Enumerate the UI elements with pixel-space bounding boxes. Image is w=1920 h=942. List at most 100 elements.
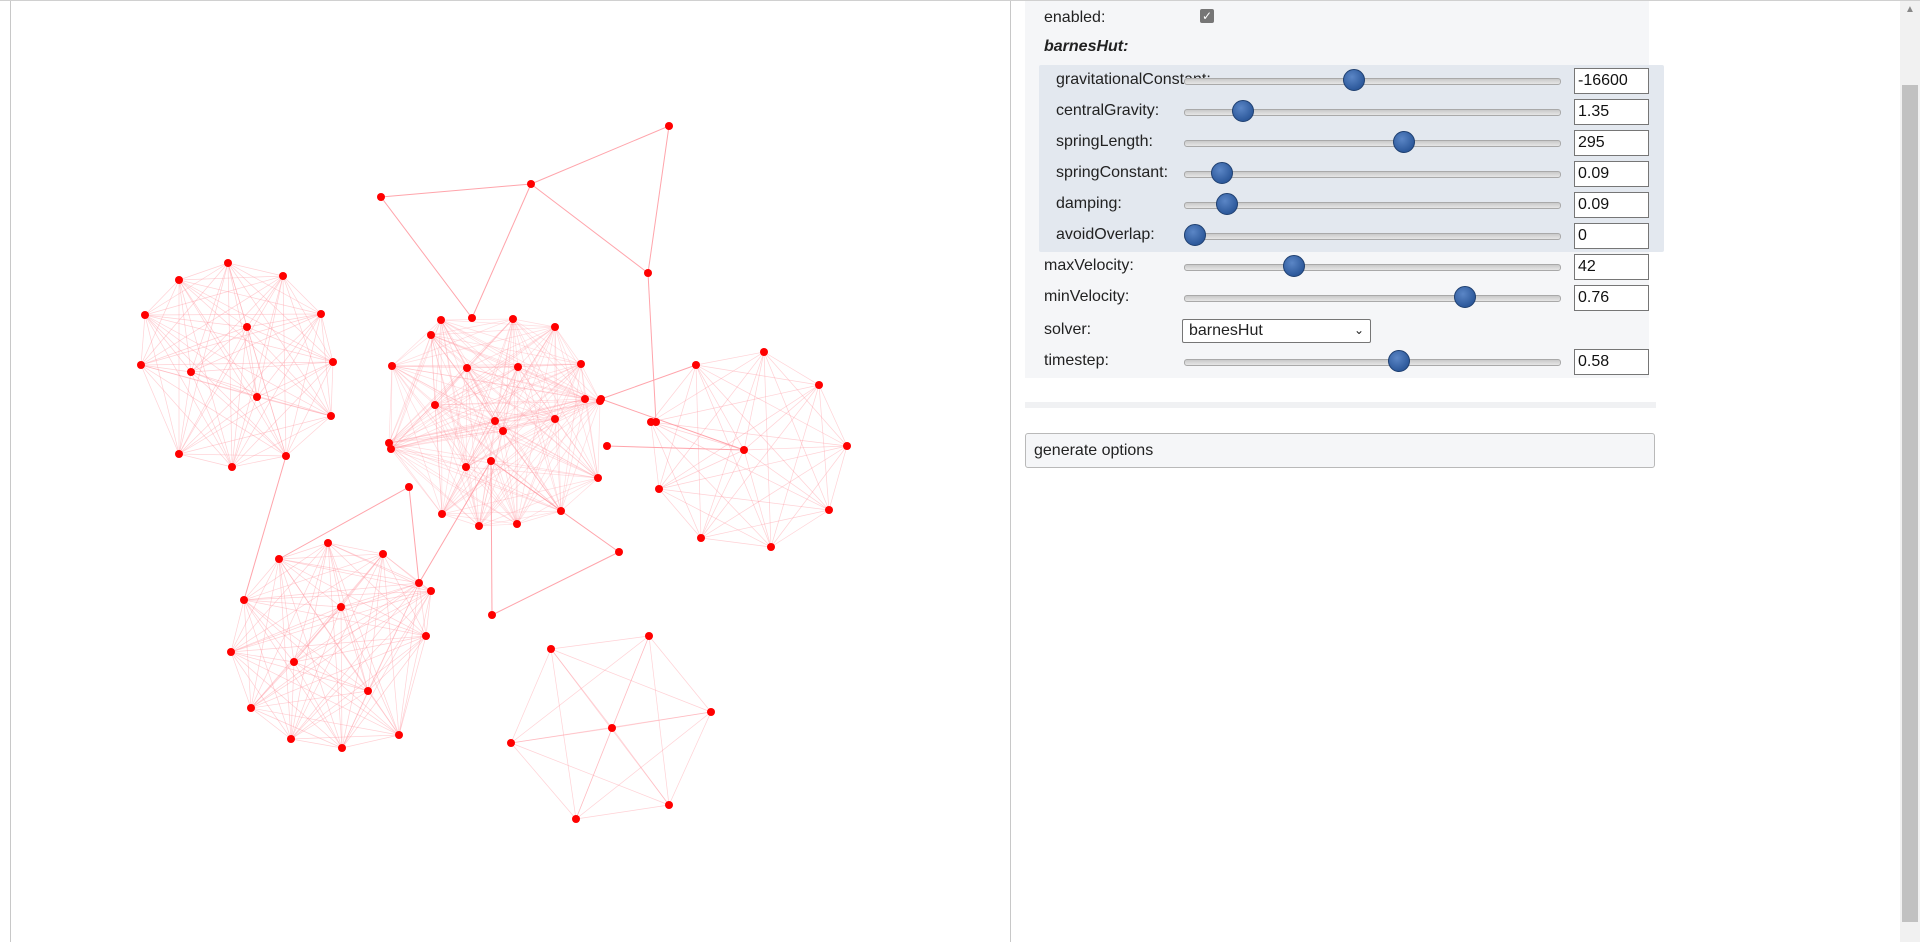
graph-node[interactable] [655,485,663,493]
graph-node[interactable] [644,269,652,277]
graph-node[interactable] [395,731,403,739]
timestep-input[interactable] [1574,349,1649,375]
avoidoverlap-input[interactable] [1574,223,1649,249]
graph-node[interactable] [692,361,700,369]
slider-track[interactable] [1184,264,1561,271]
graph-node[interactable] [509,315,517,323]
graph-node[interactable] [491,417,499,425]
graph-node[interactable] [228,463,236,471]
graph-node[interactable] [581,395,589,403]
solver-select[interactable]: barnesHut ⌄ [1182,319,1371,343]
graph-node[interactable] [665,122,673,130]
maxvelocity-input[interactable] [1574,254,1649,280]
graph-node[interactable] [431,401,439,409]
graph-node[interactable] [597,395,605,403]
slider-track[interactable] [1184,295,1561,302]
slider-track[interactable] [1184,359,1561,366]
graph-node[interactable] [652,418,660,426]
slider-thumb[interactable] [1210,162,1233,184]
generate-options-button[interactable]: generate options [1025,433,1655,468]
graph-node[interactable] [405,483,413,491]
page-scrollbar[interactable]: ▲ [1900,1,1920,942]
graph-node[interactable] [240,596,248,604]
springlength-input[interactable] [1574,130,1649,156]
central-slider[interactable] [1184,96,1561,126]
slider-track[interactable] [1184,78,1561,85]
graph-node[interactable] [468,314,476,322]
graph-node[interactable] [287,735,295,743]
graph-node[interactable] [243,323,251,331]
slider-thumb[interactable] [1388,350,1411,372]
slider-thumb[interactable] [1231,100,1254,122]
graph-node[interactable] [572,815,580,823]
graph-node[interactable] [603,442,611,450]
maxvelocity-slider[interactable] [1184,251,1561,281]
timestep-slider[interactable] [1184,346,1561,376]
scrollbar-thumb[interactable] [1902,85,1918,922]
graph-node[interactable] [437,316,445,324]
graph-node[interactable] [665,801,673,809]
slider-thumb[interactable] [1283,255,1306,277]
springlength-slider[interactable] [1184,127,1561,157]
graph-node[interactable] [227,648,235,656]
graph-node[interactable] [137,361,145,369]
graph-node[interactable] [594,474,602,482]
graph-node[interactable] [499,427,507,435]
graph-node[interactable] [825,506,833,514]
graph-node[interactable] [615,548,623,556]
graph-node[interactable] [815,381,823,389]
graph-node[interactable] [327,412,335,420]
graph-node[interactable] [645,632,653,640]
network-graph[interactable] [11,1,1011,941]
graph-node[interactable] [415,579,423,587]
graph-node[interactable] [247,704,255,712]
graph-node[interactable] [557,507,565,515]
graph-node[interactable] [388,362,396,370]
slider-thumb[interactable] [1393,131,1416,153]
graph-node[interactable] [385,439,393,447]
network-canvas[interactable] [10,1,1011,942]
scroll-up-arrow-icon[interactable]: ▲ [1900,1,1920,19]
graph-node[interactable] [577,360,585,368]
graph-node[interactable] [760,348,768,356]
graph-node[interactable] [379,550,387,558]
central-input[interactable] [1574,99,1649,125]
graph-node[interactable] [608,724,616,732]
slider-thumb[interactable] [1184,224,1206,246]
graph-node[interactable] [175,276,183,284]
graph-node[interactable] [475,522,483,530]
graph-node[interactable] [767,543,775,551]
graph-node[interactable] [487,457,495,465]
graph-node[interactable] [514,363,522,371]
graph-node[interactable] [697,534,705,542]
graph-node[interactable] [463,364,471,372]
graph-node[interactable] [317,310,325,318]
graph-node[interactable] [707,708,715,716]
slider-thumb[interactable] [1453,286,1476,308]
slider-track[interactable] [1184,233,1561,240]
graph-node[interactable] [337,603,345,611]
graph-node[interactable] [253,393,261,401]
graph-node[interactable] [551,323,559,331]
graph-node[interactable] [329,358,337,366]
graph-node[interactable] [462,463,470,471]
graph-node[interactable] [275,555,283,563]
graph-node[interactable] [551,415,559,423]
graph-node[interactable] [187,368,195,376]
enabled-checkbox[interactable]: ✓ [1200,9,1214,23]
slider-track[interactable] [1184,140,1561,147]
gravitational-input[interactable] [1574,68,1649,94]
avoidoverlap-slider[interactable] [1184,220,1561,250]
springconstant-input[interactable] [1574,161,1649,187]
damping-input[interactable] [1574,192,1649,218]
graph-node[interactable] [338,744,346,752]
slider-track[interactable] [1184,171,1561,178]
graph-node[interactable] [422,632,430,640]
graph-node[interactable] [488,611,496,619]
slider-thumb[interactable] [1216,193,1238,215]
graph-node[interactable] [427,331,435,339]
springconstant-slider[interactable] [1184,158,1561,188]
gravitational-slider[interactable] [1184,65,1561,95]
graph-node[interactable] [740,446,748,454]
graph-node[interactable] [377,193,385,201]
